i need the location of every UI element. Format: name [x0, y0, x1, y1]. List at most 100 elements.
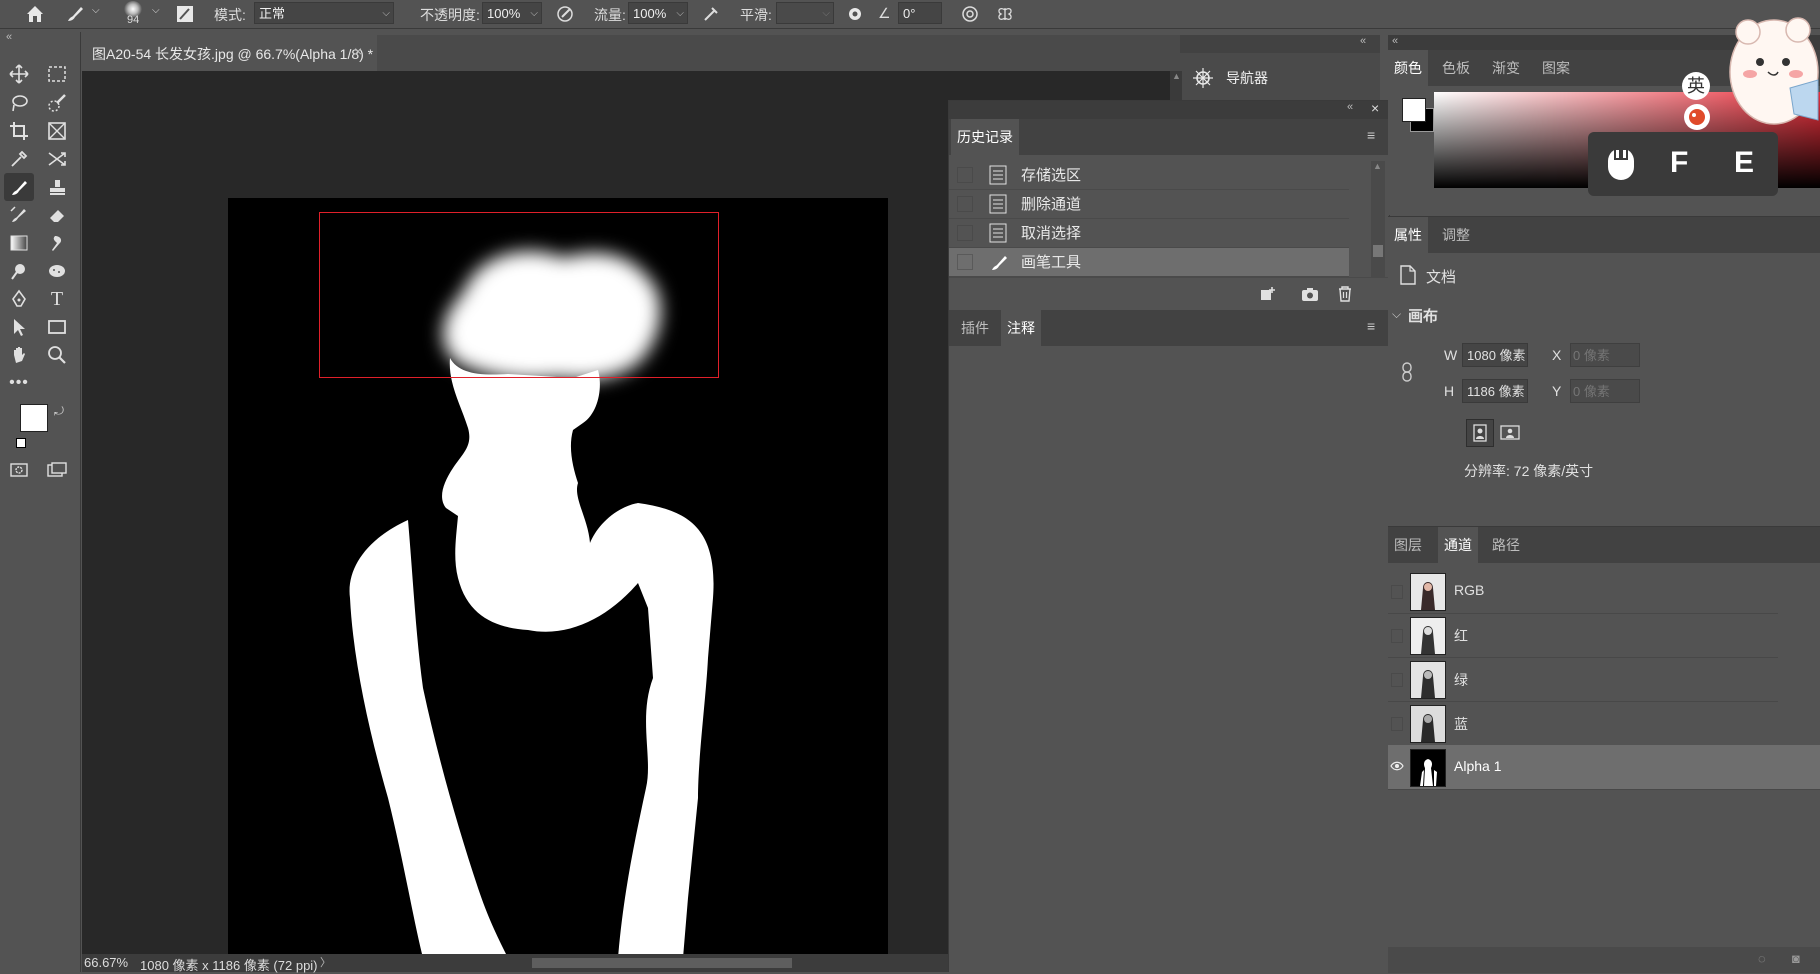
collapse-icon[interactable]: « [6, 31, 12, 43]
tab-paths[interactable]: 路径 [1486, 527, 1526, 563]
navigator-panel[interactable]: 导航器 [1182, 53, 1380, 101]
quick-selection-icon[interactable] [42, 89, 72, 117]
crop-tool-icon[interactable] [4, 117, 34, 145]
zoom-tool-icon[interactable] [42, 341, 72, 369]
tab-adjustments[interactable]: 调整 [1436, 217, 1476, 253]
home-icon[interactable] [20, 0, 50, 28]
load-selection-icon[interactable]: ◌ [1758, 951, 1766, 966]
type-tool-icon[interactable]: T [42, 285, 72, 313]
height-field[interactable]: 1186 像素 [1462, 379, 1528, 403]
scroll-up-icon[interactable]: ▲ [1172, 71, 1181, 81]
chevron-down-icon[interactable]: ⌵ [1392, 307, 1401, 322]
tab-notes[interactable]: 注释 [1001, 310, 1041, 346]
brush-tool-icon[interactable] [4, 173, 34, 201]
tab-plugins[interactable]: 插件 [955, 310, 995, 346]
default-colors-icon[interactable] [16, 438, 26, 448]
brush-tool-preset-icon[interactable] [60, 0, 90, 28]
floating-panel-titlebar[interactable]: « × [949, 100, 1389, 119]
tab-swatches[interactable]: 色板 [1436, 50, 1476, 86]
symmetry-butterfly-icon[interactable] [990, 0, 1020, 28]
collapse-icon[interactable]: « [1347, 101, 1353, 113]
gear-icon[interactable] [840, 0, 870, 28]
history-item[interactable]: 取消选择 [949, 219, 1349, 248]
dodge-tool-icon[interactable] [4, 257, 34, 285]
ime-language-indicator[interactable]: 英 [1682, 72, 1710, 100]
path-selection-icon[interactable] [4, 313, 34, 341]
collapse-icon[interactable]: « [1360, 35, 1366, 47]
close-panel-icon[interactable]: × [1371, 100, 1379, 116]
link-icon[interactable] [1400, 361, 1414, 383]
screen-mode-icon[interactable] [42, 456, 72, 484]
content-aware-move-icon[interactable] [42, 145, 72, 173]
foreground-color-chip[interactable] [1402, 98, 1426, 122]
tab-layers[interactable]: 图层 [1388, 527, 1428, 563]
opacity-field[interactable]: 100% ⌵ [482, 2, 542, 24]
angle-field[interactable]: 0° [898, 2, 942, 24]
marquee-tool-icon[interactable] [42, 60, 72, 88]
sponge-tool-icon[interactable] [42, 257, 72, 285]
trash-icon[interactable] [1337, 285, 1353, 303]
width-field[interactable]: 1080 像素 [1462, 343, 1528, 367]
smooth-field[interactable]: ⌵ [776, 2, 834, 24]
document-tab[interactable]: 图A20-54 长发女孩.jpg @ 66.7%(Alpha 1/8) * × [82, 35, 377, 71]
y-field[interactable] [1570, 379, 1640, 403]
chevron-down-icon[interactable]: ⌵ [152, 5, 160, 16]
collapse-icon[interactable]: « [1392, 35, 1398, 47]
chevron-down-icon[interactable]: ⌵ [92, 5, 100, 16]
channel-row-rgb[interactable]: RGB [1388, 569, 1778, 614]
clone-stamp-icon[interactable] [42, 173, 72, 201]
eye-icon[interactable] [1390, 759, 1404, 775]
tab-patterns[interactable]: 图案 [1536, 50, 1576, 86]
tab-properties[interactable]: 属性 [1388, 217, 1428, 253]
history-item[interactable]: 存储选区 [949, 161, 1349, 190]
channel-row-red[interactable]: 红 [1388, 613, 1778, 658]
panel-menu-icon[interactable]: ≡ [1367, 127, 1375, 143]
landscape-orientation-button[interactable] [1498, 421, 1522, 443]
horizontal-scrollbar-thumb[interactable] [532, 958, 792, 968]
history-scrollbar[interactable]: ▲ [1371, 161, 1385, 277]
tab-gradients[interactable]: 渐变 [1486, 50, 1526, 86]
visibility-toggle[interactable] [1391, 629, 1403, 643]
swap-colors-icon[interactable]: ⤾ [54, 404, 64, 419]
blur-smudge-icon[interactable] [42, 229, 72, 257]
eraser-tool-icon[interactable] [42, 201, 72, 229]
frame-tool-icon[interactable] [42, 117, 72, 145]
more-tools-icon[interactable]: ••• [4, 369, 34, 397]
airbrush-icon[interactable] [696, 0, 726, 28]
gradient-tool-icon[interactable] [4, 229, 34, 257]
tab-channels[interactable]: 通道 [1438, 527, 1478, 563]
channel-row-blue[interactable]: 蓝 [1388, 701, 1778, 746]
tab-color[interactable]: 颜色 [1388, 50, 1428, 86]
channel-row-alpha[interactable]: Alpha 1 [1388, 745, 1820, 790]
panel-menu-icon[interactable]: ≡ [1367, 318, 1375, 334]
history-brush-icon[interactable] [4, 201, 34, 229]
brush-settings-icon[interactable] [170, 0, 200, 28]
portrait-orientation-button[interactable] [1466, 419, 1494, 447]
visibility-toggle[interactable] [1391, 717, 1403, 731]
ime-logo-icon[interactable] [1684, 104, 1710, 130]
move-tool-icon[interactable] [4, 60, 34, 88]
rectangle-tool-icon[interactable] [42, 313, 72, 341]
x-field[interactable] [1570, 343, 1640, 367]
save-selection-icon[interactable]: ◙ [1792, 951, 1800, 966]
camera-snapshot-icon[interactable] [1301, 286, 1319, 302]
lasso-tool-icon[interactable] [4, 89, 34, 117]
document-info[interactable]: 1080 像素 x 1186 像素 (72 ppi) [140, 955, 318, 974]
foreground-color-swatch[interactable] [20, 404, 48, 432]
tab-history[interactable]: 历史记录 [951, 119, 1019, 155]
selection-rectangle[interactable] [319, 212, 719, 378]
visibility-toggle[interactable] [1391, 673, 1403, 687]
pen-tool-icon[interactable] [4, 285, 34, 313]
mode-select[interactable]: 正常 ⌵ [254, 2, 394, 24]
close-icon[interactable]: × [354, 43, 362, 59]
quick-mask-icon[interactable] [4, 456, 34, 484]
new-document-from-state-icon[interactable] [1259, 286, 1277, 302]
chevron-right-icon[interactable]: 〉 [320, 954, 331, 970]
history-item-active[interactable]: 画笔工具 [949, 248, 1349, 277]
hand-tool-icon[interactable] [4, 341, 34, 369]
eyedropper-tool-icon[interactable] [4, 145, 34, 173]
flow-field[interactable]: 100% ⌵ [628, 2, 688, 24]
visibility-toggle[interactable] [1391, 585, 1403, 599]
history-item[interactable]: 删除通道 [949, 190, 1349, 219]
zoom-level[interactable]: 66.67% [84, 955, 128, 970]
